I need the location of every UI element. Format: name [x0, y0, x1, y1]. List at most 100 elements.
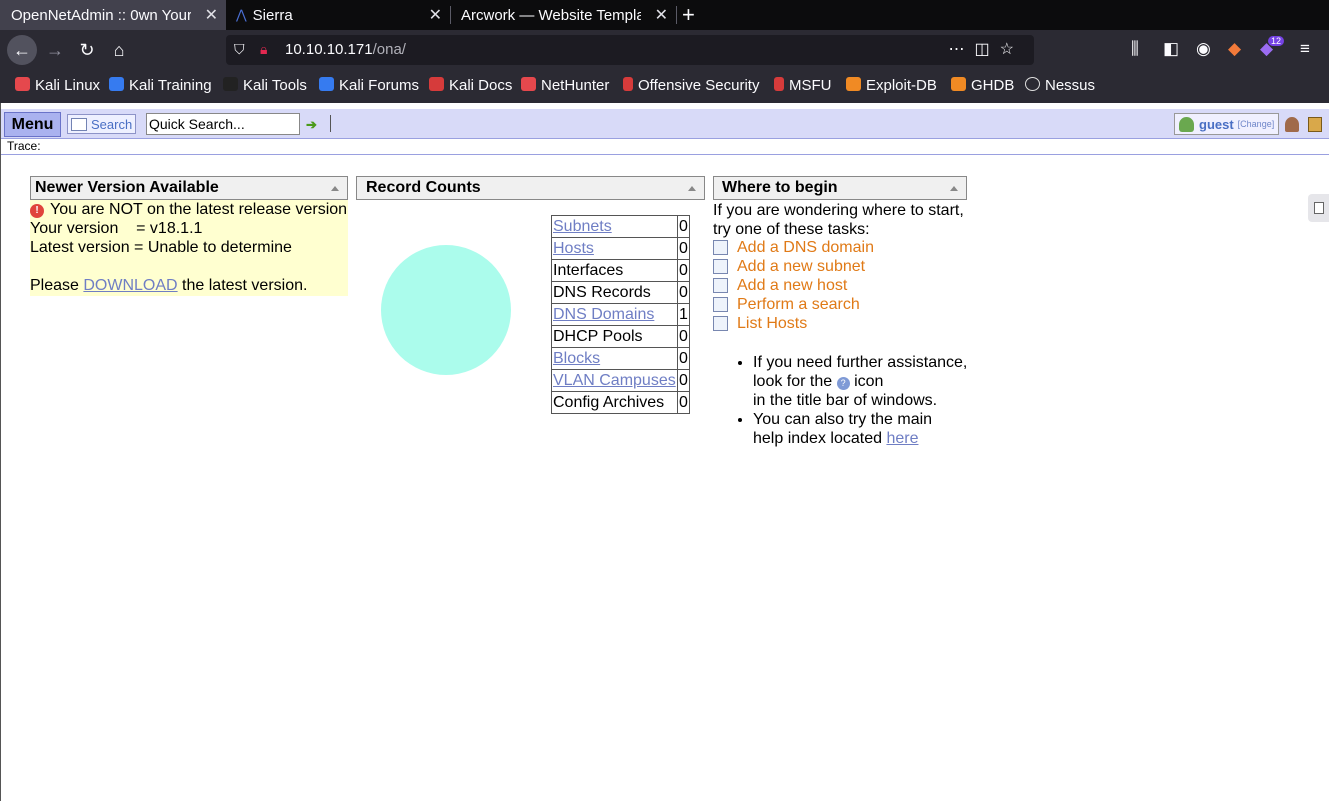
tab-opennetadmin[interactable]: OpenNetAdmin :: 0wn Your ✕: [0, 0, 226, 30]
bookmark-label: Kali Docs: [449, 77, 513, 94]
bookmark-label: Offensive Security: [638, 77, 760, 94]
shield-icon[interactable]: ⛉: [234, 41, 245, 58]
collapse-arrow-icon[interactable]: [950, 186, 958, 191]
forward-button[interactable]: →: [41, 36, 69, 64]
panel-title-text: Where to begin: [722, 179, 838, 196]
task-perform-search[interactable]: Perform a search: [713, 296, 860, 314]
bookmark-kali-docs[interactable]: Kali Docs: [429, 77, 512, 94]
url-host: 10.10.10.171: [285, 41, 373, 58]
admin-user-icon[interactable]: [1285, 117, 1299, 132]
url-path: /ona/: [372, 41, 406, 58]
record-type-cell: Hosts: [551, 237, 678, 260]
kali-training-icon: [109, 77, 124, 91]
tab-sierra[interactable]: ⋀ Sierra ✕: [226, 0, 451, 30]
download-link[interactable]: DOWNLOAD: [83, 277, 177, 294]
table-row: DHCP Pools 0: [551, 325, 690, 348]
sidebar-icon[interactable]: ◧: [1163, 39, 1179, 59]
where-to-begin-panel-title: Where to begin: [713, 176, 967, 200]
bookmark-offensive-security[interactable]: Offensive Security: [623, 77, 759, 94]
record-type-link[interactable]: VLAN Campuses: [553, 372, 676, 389]
record-type-link[interactable]: DNS Domains: [553, 306, 654, 323]
help-index-link[interactable]: here: [886, 430, 918, 447]
search-window-icon: [71, 117, 87, 131]
table-row: Blocks 0: [551, 347, 690, 370]
record-type-cell: Subnets: [551, 215, 678, 238]
change-user-link[interactable]: [Change]: [1238, 119, 1275, 129]
collapse-arrow-icon[interactable]: [331, 186, 339, 191]
task-label: Perform a search: [737, 296, 860, 313]
record-type-link[interactable]: Subnets: [553, 218, 612, 235]
url-text[interactable]: 10.10.10.171/ona/: [285, 41, 406, 58]
record-type-link[interactable]: Blocks: [553, 350, 600, 367]
star-icon[interactable]: ☆: [1000, 41, 1024, 58]
task-add-dns-domain[interactable]: Add a DNS domain: [713, 239, 874, 257]
task-label: Add a new subnet: [737, 258, 866, 275]
go-arrow-icon[interactable]: ➔: [306, 117, 317, 133]
record-count-cell: 0: [677, 259, 690, 282]
reload-icon: ↻: [79, 39, 95, 60]
bookmark-kali-forums[interactable]: Kali Forums: [319, 77, 419, 94]
help-text: icon: [854, 373, 884, 390]
library-icon[interactable]: ⫼: [1131, 39, 1139, 59]
table-row: Hosts 0: [551, 237, 690, 260]
record-type-cell: DNS Records: [551, 281, 678, 304]
close-icon[interactable]: ✕: [205, 5, 218, 25]
task-add-host[interactable]: Add a new host: [713, 277, 847, 295]
bookmark-label: Kali Tools: [243, 77, 307, 94]
record-count-cell: 0: [677, 215, 690, 238]
bookmark-nethunter[interactable]: NetHunter: [521, 77, 609, 94]
extension-icon[interactable]: ◆: [1228, 39, 1241, 59]
record-type-cell: Config Archives: [551, 391, 678, 414]
pocket-icon[interactable]: ◫: [975, 41, 1000, 58]
latest-version: Latest version = Unable to determine: [30, 239, 292, 256]
bookmark-kali-linux[interactable]: Kali Linux: [15, 77, 100, 94]
help-text: look for the: [753, 373, 833, 390]
record-type-label: DNS Records: [553, 283, 651, 301]
bookmark-kali-training[interactable]: Kali Training: [109, 77, 212, 94]
menu-button[interactable]: Menu: [4, 112, 61, 137]
nethunter-icon: [521, 77, 536, 91]
task-label: Add a new host: [737, 277, 848, 294]
table-row: Subnets 0: [551, 215, 690, 238]
task-add-subnet[interactable]: Add a new subnet: [713, 258, 865, 276]
url-bar[interactable]: ⛉ 🔒︎ 10.10.10.171/ona/ ⋯◫☆: [226, 35, 1034, 65]
insecure-lock-icon[interactable]: 🔒︎: [260, 41, 267, 58]
account-icon[interactable]: ◉: [1196, 39, 1211, 59]
tab-title: Arcwork — Website Templa: [461, 6, 641, 24]
your-version: Your version = v18.1.1: [30, 220, 203, 237]
reload-button[interactable]: ↻: [73, 36, 101, 64]
close-icon[interactable]: ✕: [655, 5, 668, 25]
record-counts-panel-title: Record Counts: [356, 176, 705, 200]
bookmark-nessus[interactable]: Nessus: [1025, 77, 1095, 94]
back-button[interactable]: ←: [7, 35, 37, 65]
username[interactable]: guest: [1199, 117, 1234, 132]
more-icon[interactable]: ⋯: [949, 41, 975, 58]
record-type-cell: DNS Domains: [551, 303, 678, 326]
bookmark-msfu[interactable]: MSFU: [774, 77, 832, 94]
quick-search-input[interactable]: [146, 113, 300, 135]
kali-forums-icon: [319, 77, 334, 91]
user-login-box[interactable]: guest [Change]: [1174, 113, 1279, 135]
bookmarks-bar: Kali Linux Kali Training Kali Tools Kali…: [0, 70, 1329, 103]
bookmark-exploit-db[interactable]: Exploit-DB: [846, 77, 937, 94]
close-icon[interactable]: ✕: [429, 5, 442, 25]
tab-arcwork[interactable]: Arcwork — Website Templa ✕: [450, 0, 677, 30]
home-button[interactable]: ⌂: [105, 36, 133, 64]
logout-icon[interactable]: [1308, 117, 1322, 132]
bookmark-ghdb[interactable]: GHDB: [951, 77, 1014, 94]
nav-bar: ← → ↻ ⌂ ⛉ 🔒︎ 10.10.10.171/ona/ ⋯◫☆ ⫼ ◧ ◉…: [0, 30, 1329, 70]
record-type-link[interactable]: Hosts: [553, 240, 594, 257]
bookmark-kali-tools[interactable]: Kali Tools: [223, 77, 307, 94]
menu-icon[interactable]: ≡: [1300, 39, 1310, 59]
add-document-icon: [713, 240, 728, 255]
search-button[interactable]: Search: [67, 114, 136, 134]
bookmark-label: Kali Forums: [339, 77, 420, 94]
collapse-arrow-icon[interactable]: [688, 186, 696, 191]
help-text: You can also try the main: [753, 411, 933, 428]
side-panel-tab[interactable]: [1308, 194, 1329, 222]
tab-title: Sierra: [252, 6, 293, 24]
extension-badge: 12: [1268, 36, 1285, 46]
new-tab-button[interactable]: +: [682, 2, 695, 28]
tab-bar: OpenNetAdmin :: 0wn Your ✕ ⋀ Sierra ✕ Ar…: [0, 0, 1329, 30]
task-list-hosts[interactable]: List Hosts: [713, 315, 807, 333]
